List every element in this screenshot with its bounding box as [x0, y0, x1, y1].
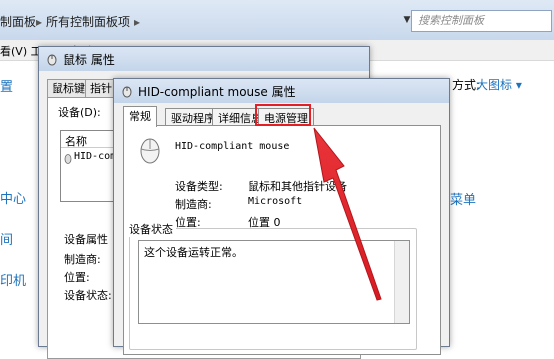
cp-left-item-1[interactable]: 置: [0, 76, 13, 95]
mouse-device-icon: [140, 138, 160, 164]
highlight-box: [255, 104, 311, 126]
cp-left-item-3[interactable]: 间: [0, 229, 13, 248]
device-status-label: 设备状态:: [64, 289, 112, 302]
cp-left-item-2[interactable]: 中心: [0, 188, 26, 207]
mouse-icon: [47, 54, 57, 66]
dialog-title: 鼠标 属性: [63, 53, 115, 67]
breadcrumb-separator-icon: ▸: [36, 15, 43, 29]
mouse-icon: [122, 86, 132, 98]
location-label: 位置:: [64, 271, 90, 284]
cp-right-item[interactable]: 菜单: [450, 189, 476, 208]
tab-general[interactable]: 常规: [123, 106, 157, 127]
breadcrumb-control-panel[interactable]: 制面板: [0, 12, 36, 32]
manufacturer-label: 制造商:: [64, 253, 101, 266]
title-bar[interactable]: 鼠标 属性: [39, 47, 369, 71]
view-by-dropdown[interactable]: 大图标 ▾: [476, 76, 522, 93]
mouse-icon: [64, 154, 72, 164]
device-type-value: 鼠标和其他指针设备: [248, 180, 347, 193]
search-input[interactable]: 搜索控制面板: [411, 10, 552, 32]
device-status-text: 这个设备运转正常。: [144, 246, 243, 259]
device-props-title: 设备属性: [64, 233, 108, 246]
dialog-title: HID-compliant mouse 属性: [138, 85, 296, 99]
manufacturer-label: 制造商:: [175, 198, 212, 211]
cp-left-item-4[interactable]: 印机: [0, 270, 26, 289]
device-name: HID-compliant mouse: [175, 141, 290, 152]
devices-label: 设备(D):: [58, 106, 101, 119]
scrollbar[interactable]: [394, 241, 409, 323]
device-status-group-title: 设备状态: [126, 221, 176, 237]
device-status-textbox[interactable]: 这个设备运转正常。: [138, 240, 410, 324]
tab-buttons[interactable]: 鼠标键: [47, 79, 90, 98]
breadcrumb-dropdown-icon[interactable]: ▸: [134, 12, 140, 32]
breadcrumb-all-items[interactable]: 所有控制面板项: [46, 12, 130, 32]
address-bar: 制面板 ▸ 所有控制面板项 ▸ ▼ 搜索控制面板: [0, 0, 554, 40]
manufacturer-value: Microsoft: [248, 196, 303, 207]
title-bar[interactable]: HID-compliant mouse 属性: [114, 79, 449, 103]
device-type-label: 设备类型:: [175, 180, 223, 193]
